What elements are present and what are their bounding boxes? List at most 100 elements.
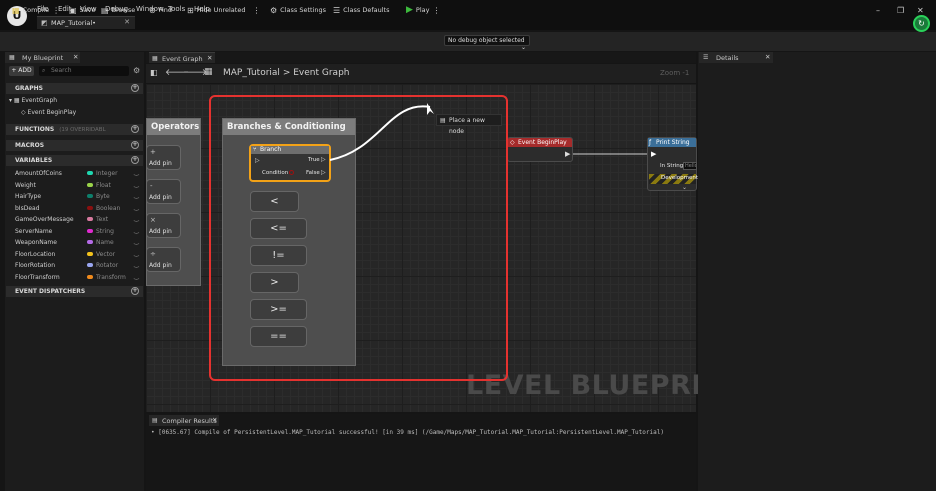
- variable-name: AmountOfCoins: [15, 170, 62, 177]
- add-graph-icon[interactable]: +: [131, 84, 139, 92]
- divide-operator-node[interactable]: ÷ Add pin: [146, 247, 181, 272]
- binoculars-icon: ⊚: [149, 5, 156, 15]
- visibility-eye-icon[interactable]: ‿: [134, 181, 139, 188]
- save-label: Save: [79, 6, 96, 14]
- variable-row[interactable]: FloorTransform Transform ‿: [15, 272, 142, 283]
- chevron-down-icon[interactable]: ⌄: [682, 184, 687, 191]
- visibility-eye-icon[interactable]: ‿: [134, 238, 139, 245]
- class-settings-button[interactable]: ⚙ Class Settings: [270, 4, 326, 16]
- add-pin-label[interactable]: Add pin: [149, 262, 172, 269]
- compile-button[interactable]: ▦ Compile ⋮: [12, 4, 60, 16]
- search-input[interactable]: ⌕ Search: [39, 66, 129, 76]
- more-options-icon[interactable]: ⋮: [432, 6, 440, 15]
- browse-button[interactable]: ▤ Browse: [101, 4, 135, 16]
- variable-row[interactable]: WeaponName Name ‿: [15, 237, 142, 248]
- event-graph-tree-item[interactable]: ▾ ▦ EventGraph: [9, 97, 57, 104]
- variable-row[interactable]: AmountOfCoins Integer ‿: [15, 168, 142, 179]
- add-macro-icon[interactable]: +: [131, 141, 139, 149]
- visibility-eye-icon[interactable]: ‿: [134, 261, 139, 268]
- event-begin-play-label: Event BeginPlay: [27, 109, 77, 116]
- macros-section-header[interactable]: MACROS +: [6, 140, 143, 151]
- add-function-icon[interactable]: +: [131, 125, 139, 133]
- minimize-button[interactable]: –: [876, 6, 880, 15]
- variable-type-pill-icon: [87, 263, 93, 267]
- event-dispatchers-section-header[interactable]: EVENT DISPATCHERS +: [6, 286, 143, 297]
- more-options-icon[interactable]: ⋮: [252, 6, 260, 15]
- event-graph-tab[interactable]: ▦ Event Graph ✕: [149, 52, 215, 63]
- add-variable-icon[interactable]: +: [131, 156, 139, 164]
- close-tab-icon[interactable]: ✕: [207, 54, 212, 62]
- close-tab-icon[interactable]: ✕: [73, 53, 78, 61]
- visibility-eye-icon[interactable]: ‿: [134, 204, 139, 211]
- variable-row[interactable]: ServerName String ‿: [15, 226, 142, 237]
- source-control-icon[interactable]: ↻: [913, 15, 930, 32]
- variable-name: bIsDead: [15, 204, 40, 212]
- event-graph-tab-label: Event Graph: [162, 55, 203, 63]
- restore-button[interactable]: ❐: [897, 6, 904, 15]
- add-pin-label[interactable]: Add pin: [149, 160, 172, 167]
- compile-icon: ▦: [12, 5, 20, 15]
- event-begin-play-tree-item[interactable]: ◇ Event BeginPlay: [21, 109, 76, 116]
- add-operator-node[interactable]: + Add pin: [146, 145, 181, 170]
- functions-overridable-count: (19 OVERRIDABL: [59, 127, 106, 133]
- add-pin-label[interactable]: Add pin: [149, 194, 172, 201]
- variable-row[interactable]: FloorRotation Rotator ‿: [15, 260, 142, 271]
- close-window-button[interactable]: ✕: [917, 6, 924, 15]
- add-pin-label[interactable]: Add pin: [149, 228, 172, 235]
- visibility-eye-icon[interactable]: ‿: [134, 169, 139, 176]
- graphs-header-label: GRAPHS: [15, 85, 43, 92]
- my-blueprint-tab[interactable]: ▦ My Blueprint ✕: [5, 52, 80, 63]
- variable-type-pill-icon: [87, 217, 93, 221]
- variable-row[interactable]: HairType Byte ‿: [15, 191, 142, 202]
- highlight-box: [209, 95, 508, 381]
- document-tab-label: MAP_Tutorial•: [51, 19, 96, 27]
- breadcrumb-root[interactable]: MAP_Tutorial: [223, 68, 280, 78]
- visibility-eye-icon[interactable]: ‿: [134, 215, 139, 222]
- play-button[interactable]: ▶ Play ⋮: [406, 4, 440, 16]
- folder-icon: ▤: [101, 5, 109, 15]
- close-tab-icon[interactable]: ✕: [765, 53, 770, 61]
- close-tab-icon[interactable]: ✕: [212, 416, 217, 424]
- variables-section-header[interactable]: VARIABLES +: [6, 155, 143, 166]
- compiler-results-tab[interactable]: ▤ Compiler Results ✕: [149, 415, 219, 426]
- variable-row[interactable]: GameOverMessage Text ‿: [15, 214, 142, 225]
- variable-type-pill-icon: [87, 205, 93, 210]
- close-tab-icon[interactable]: ✕: [124, 18, 130, 26]
- variable-row[interactable]: FloorLocation Vector ‿: [15, 249, 142, 260]
- development-label: Development: [661, 175, 699, 181]
- multiply-operator-node[interactable]: × Add pin: [146, 213, 181, 238]
- grid-snap-icon[interactable]: ◧: [150, 68, 158, 77]
- operator-symbol: -: [150, 182, 153, 190]
- exec-out-pin[interactable]: ▶: [565, 150, 570, 158]
- document-tab[interactable]: ◩ MAP_Tutorial• ✕: [37, 16, 135, 29]
- save-icon: ▣: [69, 5, 77, 15]
- variable-type-pill-icon: [87, 240, 93, 244]
- variable-type-pill-icon: [87, 171, 93, 175]
- variable-row[interactable]: Weight Float ‿: [15, 180, 142, 191]
- variable-row[interactable]: bIsDead Boolean ‿: [15, 203, 142, 214]
- visibility-eye-icon[interactable]: ‿: [134, 192, 139, 199]
- functions-section-header[interactable]: FUNCTIONS (19 OVERRIDABL +: [6, 124, 143, 135]
- exec-in-pin[interactable]: ▶: [651, 150, 656, 158]
- add-button[interactable]: + ADD: [9, 66, 34, 76]
- hide-unrelated-button[interactable]: ⊞ Hide Unrelated ⋮: [187, 4, 260, 16]
- in-string-input[interactable]: Hello: [683, 162, 697, 170]
- visibility-eye-icon[interactable]: ‿: [134, 250, 139, 257]
- breadcrumb-separator: >: [282, 68, 291, 78]
- variable-type: Integer: [96, 170, 118, 177]
- variable-type: Text: [96, 216, 109, 223]
- debug-object-value: No debug object selected: [448, 37, 525, 44]
- find-button[interactable]: ⊚ Find: [149, 4, 172, 16]
- save-button[interactable]: ▣ Save: [69, 4, 96, 16]
- settings-gear-icon[interactable]: ⚙: [133, 66, 140, 75]
- details-tab[interactable]: ☰ Details ✕: [699, 52, 773, 63]
- debug-object-select[interactable]: No debug object selected ⌄: [444, 35, 530, 51]
- visibility-eye-icon[interactable]: ‿: [134, 273, 139, 280]
- class-defaults-button[interactable]: ☰ Class Defaults: [333, 4, 389, 16]
- add-event-dispatcher-icon[interactable]: +: [131, 287, 139, 295]
- more-options-icon[interactable]: ⋮: [52, 6, 60, 15]
- visibility-eye-icon[interactable]: ‿: [134, 227, 139, 234]
- graphs-section-header[interactable]: GRAPHS +: [6, 83, 143, 94]
- graph-overview-icon: ▦: [204, 67, 213, 77]
- subtract-operator-node[interactable]: - Add pin: [146, 179, 181, 204]
